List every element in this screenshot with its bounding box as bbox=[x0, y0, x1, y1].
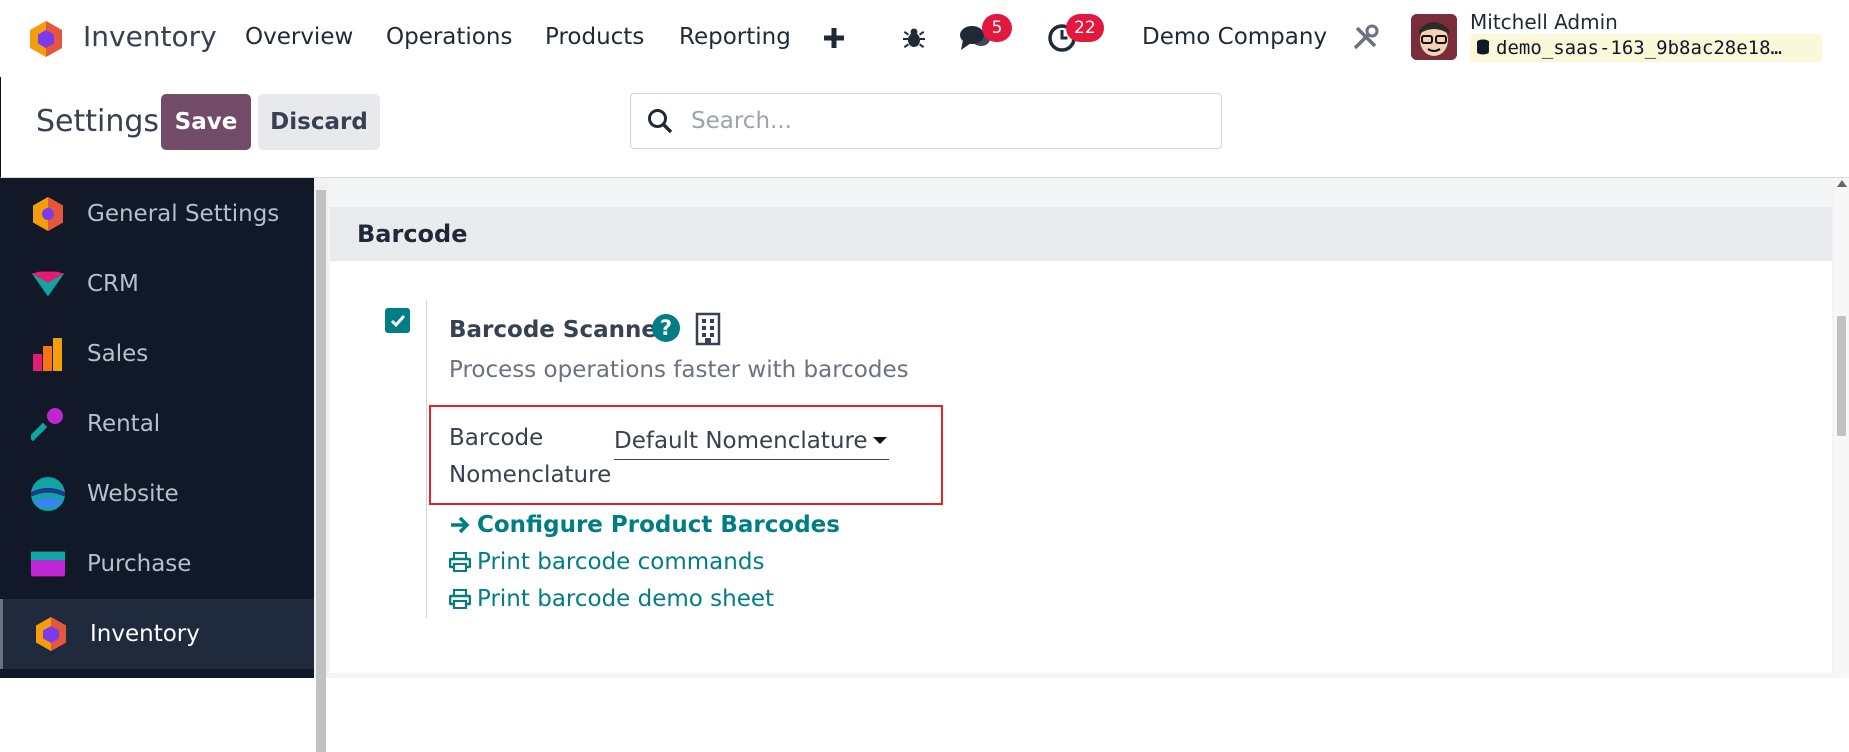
field-label-line: Barcode bbox=[449, 425, 544, 451]
scroll-up-arrow-icon[interactable] bbox=[1837, 180, 1847, 187]
configure-product-barcodes-link[interactable]: Configure Product Barcodes bbox=[449, 512, 840, 538]
chevron-down-icon bbox=[873, 437, 887, 444]
inventory-icon bbox=[33, 616, 69, 652]
print-icon bbox=[449, 552, 471, 572]
messages-badge: 5 bbox=[982, 14, 1012, 42]
website-icon bbox=[30, 476, 66, 512]
menu-overview[interactable]: Overview bbox=[245, 24, 353, 50]
content-scrollbar-thumb[interactable] bbox=[1837, 316, 1846, 436]
barcode-nomenclature-select[interactable]: Default Nomenclature bbox=[614, 422, 889, 460]
general-settings-icon bbox=[30, 196, 66, 232]
print-barcode-commands-link[interactable]: Print barcode commands bbox=[449, 549, 764, 575]
discard-button[interactable]: Discard bbox=[258, 94, 380, 150]
search-icon bbox=[647, 108, 673, 134]
checkmark-icon bbox=[390, 314, 405, 327]
barcode-nomenclature-label: Barcode Nomenclature bbox=[449, 420, 611, 494]
help-icon[interactable]: ? bbox=[652, 314, 680, 342]
sidebar-item-label: Rental bbox=[87, 411, 161, 437]
database-indicator: demo_saas-163_9b8ac28e18… bbox=[1470, 34, 1822, 62]
sidebar-item-label: Inventory bbox=[90, 621, 200, 647]
sidebar-item-website[interactable]: Website bbox=[0, 459, 314, 529]
user-avatar[interactable] bbox=[1411, 14, 1457, 60]
database-name: demo_saas-163_9b8ac28e18… bbox=[1496, 37, 1782, 59]
arrow-right-icon bbox=[449, 515, 471, 535]
crm-icon bbox=[30, 266, 66, 302]
barcode-scanner-checkbox[interactable] bbox=[385, 308, 410, 333]
app-name[interactable]: Inventory bbox=[83, 20, 217, 53]
activities-badge: 22 bbox=[1066, 14, 1104, 42]
sidebar-item-crm[interactable]: CRM bbox=[0, 249, 314, 319]
plus-icon[interactable] bbox=[816, 20, 852, 56]
sidebar-scrollbar[interactable] bbox=[314, 178, 328, 752]
search-input[interactable] bbox=[691, 108, 1171, 134]
menu-reporting[interactable]: Reporting bbox=[679, 24, 791, 50]
link-label: Print barcode commands bbox=[477, 549, 765, 575]
sales-icon bbox=[30, 336, 66, 372]
link-label: Configure Product Barcodes bbox=[477, 512, 840, 538]
section-header bbox=[330, 207, 1832, 261]
field-label-line: Nomenclature bbox=[449, 462, 612, 488]
menu-operations[interactable]: Operations bbox=[386, 24, 512, 50]
company-switcher[interactable]: Demo Company bbox=[1142, 24, 1327, 50]
company-building-icon bbox=[695, 312, 721, 346]
link-label: Print barcode demo sheet bbox=[477, 586, 775, 612]
print-icon bbox=[449, 589, 471, 609]
select-value: Default Nomenclature bbox=[614, 427, 868, 454]
purchase-icon bbox=[30, 546, 66, 582]
user-name[interactable]: Mitchell Admin bbox=[1470, 10, 1618, 34]
developer-tools-icon[interactable] bbox=[1347, 20, 1383, 56]
sidebar-item-label: Purchase bbox=[87, 551, 192, 577]
setting-title: Barcode Scanner bbox=[449, 317, 669, 343]
setting-divider bbox=[426, 300, 427, 618]
sidebar-scrollbar-thumb[interactable] bbox=[316, 190, 326, 752]
rental-icon bbox=[30, 406, 66, 442]
sidebar-item-inventory[interactable]: Inventory bbox=[0, 599, 314, 669]
print-barcode-demo-sheet-link[interactable]: Print barcode demo sheet bbox=[449, 586, 774, 612]
sidebar-item-general-settings[interactable]: General Settings bbox=[0, 179, 314, 249]
sidebar-item-label: Website bbox=[87, 481, 179, 507]
sidebar-item-label: General Settings bbox=[87, 201, 280, 227]
setting-description: Process operations faster with barcodes bbox=[449, 357, 909, 383]
menu-products[interactable]: Products bbox=[545, 24, 644, 50]
sidebar-item-rental[interactable]: Rental bbox=[0, 389, 314, 459]
bug-icon[interactable] bbox=[896, 20, 932, 56]
section-title: Barcode bbox=[357, 220, 468, 248]
database-icon bbox=[1476, 39, 1490, 57]
sidebar-item-sales[interactable]: Sales bbox=[0, 319, 314, 389]
save-button[interactable]: Save bbox=[161, 94, 251, 150]
content-scrollbar[interactable] bbox=[1834, 178, 1849, 678]
breadcrumb: Settings bbox=[36, 104, 160, 139]
sidebar-item-label: CRM bbox=[87, 271, 139, 297]
control-panel: Settings Save Discard bbox=[0, 77, 1849, 178]
search-box[interactable] bbox=[630, 93, 1222, 149]
sidebar-item-purchase[interactable]: Purchase bbox=[0, 529, 314, 599]
inventory-app-icon[interactable] bbox=[28, 20, 64, 58]
top-navbar: Inventory Overview Operations Products R… bbox=[0, 0, 1849, 77]
settings-sidebar: General Settings CRM Sales Rental Websit… bbox=[0, 178, 314, 678]
sidebar-item-label: Sales bbox=[87, 341, 149, 367]
